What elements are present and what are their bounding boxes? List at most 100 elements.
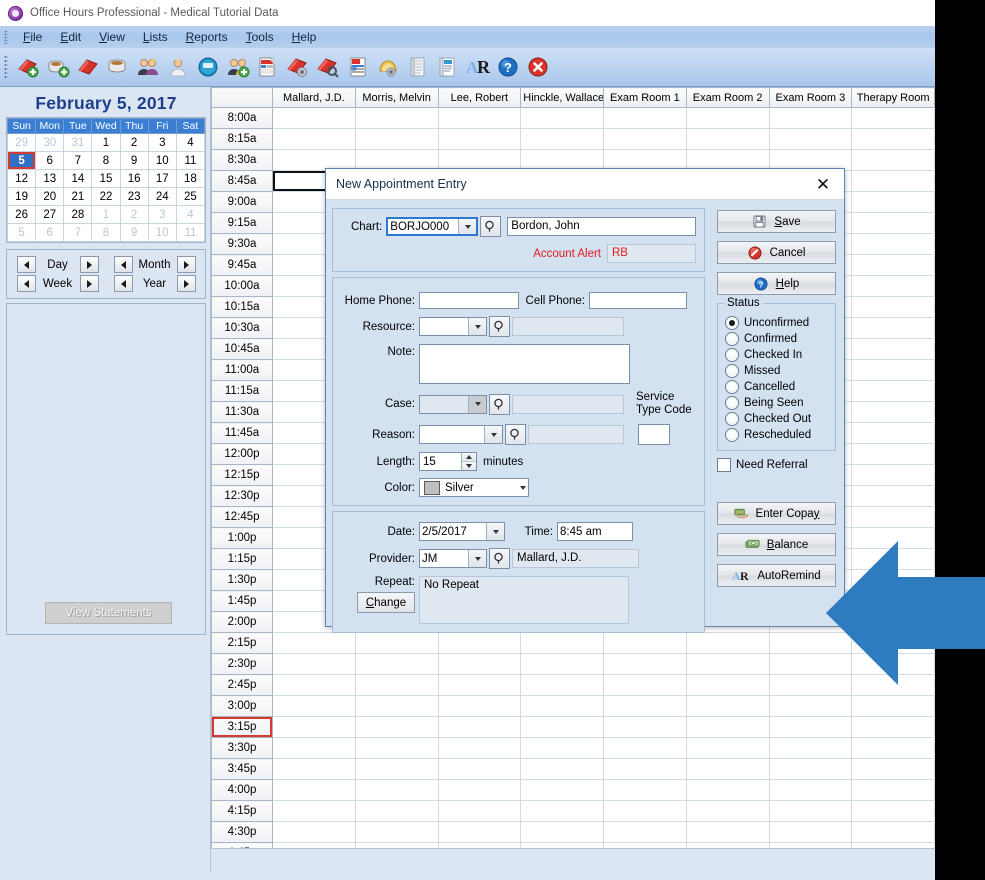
- schedule-cell[interactable]: [603, 128, 687, 150]
- resource-list-icon[interactable]: [193, 51, 223, 83]
- schedule-cell[interactable]: [437, 653, 522, 675]
- autoremind-button[interactable]: A R AutoRemind: [717, 564, 836, 587]
- schedule-cell[interactable]: [851, 548, 935, 570]
- calendar-day-cell[interactable]: 3: [147, 133, 177, 152]
- schedule-time-label[interactable]: 3:15p: [211, 716, 273, 738]
- schedule-time-label[interactable]: 1:45p: [211, 590, 273, 612]
- radio-icon[interactable]: [725, 412, 739, 426]
- schedule-time-label[interactable]: 4:00p: [211, 779, 273, 801]
- schedule-cell[interactable]: [437, 695, 522, 717]
- schedule-cell[interactable]: [685, 107, 770, 129]
- menu-tools[interactable]: Tools: [237, 28, 283, 46]
- schedule-cell[interactable]: [272, 716, 356, 738]
- schedule-cell[interactable]: [851, 653, 935, 675]
- schedule-time-label[interactable]: 12:30p: [211, 485, 273, 507]
- schedule-cell[interactable]: [851, 170, 935, 192]
- calendar-day-cell[interactable]: 10: [147, 223, 177, 242]
- balance-button[interactable]: Balance: [717, 533, 836, 556]
- help-icon[interactable]: ?: [493, 51, 523, 83]
- calendar-day-cell[interactable]: 5: [6, 223, 37, 242]
- schedule-time-label[interactable]: 10:45a: [211, 338, 273, 360]
- home-phone-input[interactable]: [419, 292, 519, 309]
- schedule-column-header[interactable]: Therapy Room: [851, 87, 935, 108]
- schedule-time-label[interactable]: 4:30p: [211, 821, 273, 843]
- radio-icon[interactable]: [725, 348, 739, 362]
- schedule-time-label[interactable]: 3:00p: [211, 695, 273, 717]
- go-to-medisoft-icon[interactable]: [253, 51, 283, 83]
- schedule-column-header[interactable]: Hinckle, Wallace: [520, 87, 604, 108]
- schedule-time-label[interactable]: 9:30a: [211, 233, 273, 255]
- chevron-down-icon[interactable]: [520, 485, 526, 490]
- calendar-day-cell[interactable]: 9: [119, 223, 149, 242]
- length-decrement-icon[interactable]: [462, 462, 476, 470]
- schedule-cell[interactable]: [768, 632, 853, 654]
- schedule-cell[interactable]: [437, 674, 522, 696]
- calendar-day-cell[interactable]: 7: [63, 151, 93, 170]
- schedule-cell[interactable]: [851, 737, 935, 759]
- chevron-down-icon[interactable]: [484, 426, 502, 443]
- schedule-time-label[interactable]: 12:45p: [211, 506, 273, 528]
- schedule-cell[interactable]: [851, 149, 935, 171]
- schedule-column-header[interactable]: Exam Room 3: [768, 87, 853, 108]
- schedule-cell[interactable]: [437, 779, 522, 801]
- schedule-cell[interactable]: [685, 674, 770, 696]
- provider-lookup-icon[interactable]: [489, 548, 510, 569]
- schedule-cell[interactable]: [437, 737, 522, 759]
- schedule-time-label[interactable]: 2:15p: [211, 632, 273, 654]
- schedule-time-label[interactable]: 11:45a: [211, 422, 273, 444]
- provider-input[interactable]: [420, 550, 468, 567]
- schedule-time-label[interactable]: 12:00p: [211, 443, 273, 465]
- color-select[interactable]: Silver: [419, 478, 529, 497]
- radio-icon[interactable]: [725, 332, 739, 346]
- recall-list-icon[interactable]: [223, 51, 253, 83]
- prev-year-button[interactable]: [113, 275, 133, 292]
- schedule-cell[interactable]: [520, 674, 604, 696]
- schedule-cell[interactable]: [768, 653, 853, 675]
- date-combo[interactable]: [419, 522, 505, 541]
- schedule-cell[interactable]: [520, 737, 604, 759]
- print-preview-icon[interactable]: [373, 51, 403, 83]
- schedule-cell[interactable]: [354, 716, 439, 738]
- schedule-cell[interactable]: [851, 779, 935, 801]
- schedule-cell[interactable]: [272, 695, 356, 717]
- new-break-icon[interactable]: [43, 51, 73, 83]
- menu-lists[interactable]: Lists: [134, 28, 177, 46]
- schedule-cell[interactable]: [851, 716, 935, 738]
- schedule-cell[interactable]: [603, 800, 687, 822]
- schedule-cell[interactable]: [520, 821, 604, 843]
- calendar-day-cell[interactable]: 12: [6, 169, 37, 188]
- schedule-cell[interactable]: [272, 800, 356, 822]
- menu-help[interactable]: Help: [283, 28, 326, 46]
- schedule-cell[interactable]: [851, 464, 935, 486]
- schedule-time-label[interactable]: 8:45a: [211, 170, 273, 192]
- schedule-cell[interactable]: [851, 632, 935, 654]
- status-option-checked-out[interactable]: Checked Out: [725, 412, 831, 426]
- note-textarea[interactable]: [419, 344, 630, 384]
- resource-input[interactable]: [420, 318, 468, 335]
- schedule-cell[interactable]: [354, 779, 439, 801]
- patient-statement-icon[interactable]: [433, 51, 463, 83]
- calendar-day-cell[interactable]: 14: [63, 169, 93, 188]
- schedule-time-label[interactable]: 8:15a: [211, 128, 273, 150]
- time-input[interactable]: [557, 522, 633, 541]
- next-month-button[interactable]: [176, 256, 196, 273]
- calendar-day-cell[interactable]: 3: [147, 205, 177, 224]
- prev-month-button[interactable]: [113, 256, 133, 273]
- status-option-missed[interactable]: Missed: [725, 364, 831, 378]
- patient-list-icon[interactable]: [133, 51, 163, 83]
- calendar-day-cell[interactable]: 10: [147, 151, 177, 170]
- schedule-cell[interactable]: [603, 653, 687, 675]
- calendar-day-cell[interactable]: 9: [119, 151, 149, 170]
- schedule-time-label[interactable]: 3:45p: [211, 758, 273, 780]
- enter-copay-button[interactable]: Enter Copay: [717, 502, 836, 525]
- schedule-cell[interactable]: [603, 737, 687, 759]
- schedule-cell[interactable]: [520, 800, 604, 822]
- calendar-day-cell[interactable]: 13: [35, 169, 65, 188]
- calendar-day-cell[interactable]: 1: [91, 133, 121, 152]
- schedule-cell[interactable]: [851, 443, 935, 465]
- calendar-day-cell[interactable]: 6: [35, 223, 65, 242]
- schedule-time-label[interactable]: 1:00p: [211, 527, 273, 549]
- calendar-day-cell[interactable]: 17: [147, 169, 177, 188]
- schedule-cell[interactable]: [851, 569, 935, 591]
- schedule-cell[interactable]: [520, 695, 604, 717]
